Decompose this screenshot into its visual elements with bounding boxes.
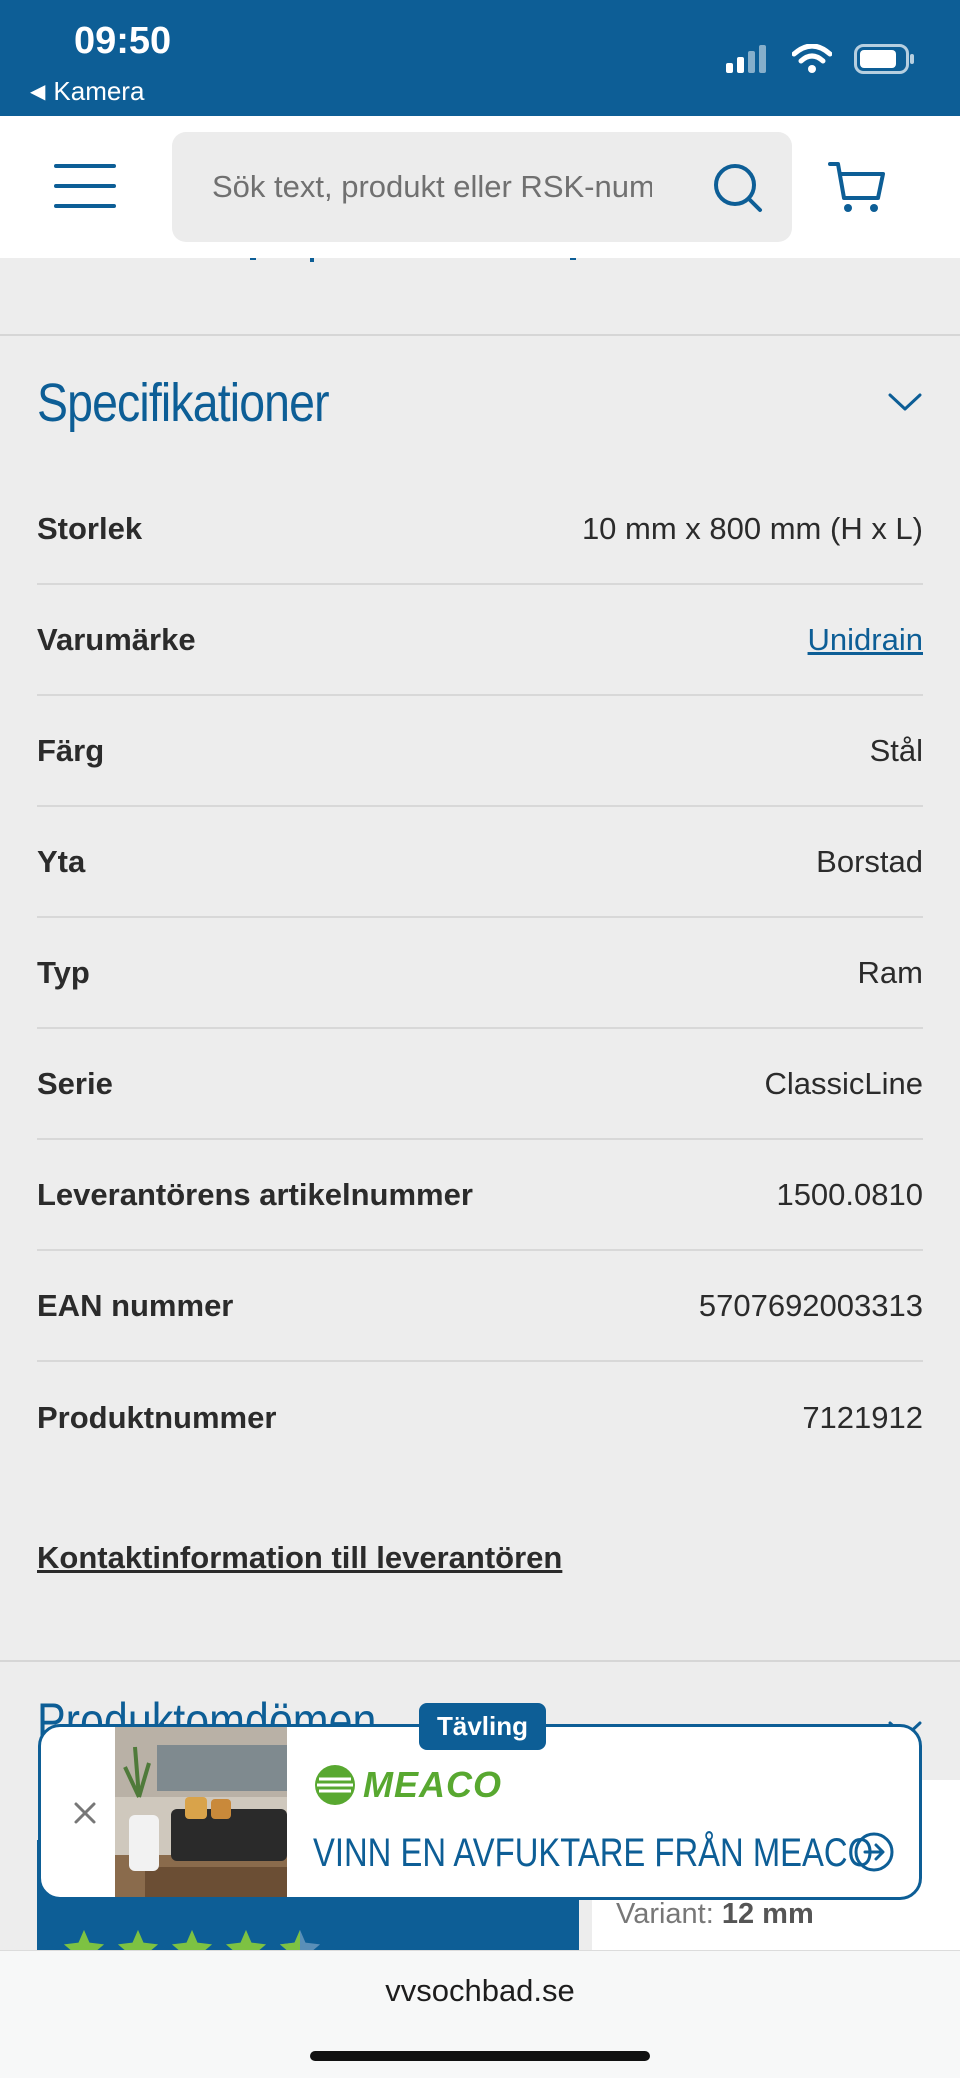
back-triangle-icon: ◀ [30,81,46,103]
spec-row-typ: Typ Ram [37,918,923,1029]
spec-label: Serie [37,1065,113,1101]
promo-headline[interactable]: VINN EN AVFUKTARE FRÅN MEACO [313,1831,873,1876]
clock: 09:50 [74,20,172,62]
contest-badge: Tävling [419,1703,547,1750]
search-box [172,132,792,242]
battery-icon [854,44,914,74]
menu-icon[interactable] [54,164,116,208]
home-indicator[interactable] [310,2051,650,2061]
spec-label: EAN nummer [37,1287,234,1323]
promo-banner[interactable]: Tävling MEACO VINN EN AVFUKTARE FRÅN MEA… [38,1703,922,1900]
spec-label: Färg [37,732,105,768]
spec-value: Borstad [816,843,923,879]
spec-label: Varumärke [37,621,196,657]
spec-table: Storlek 10 mm x 800 mm (H x L) Varumärke… [37,474,923,1473]
search-input[interactable] [212,160,652,214]
clipped-text-fragment [250,258,576,262]
spec-label: Yta [37,843,86,879]
spec-row-ean: EAN nummer 5707692003313 [37,1251,923,1362]
spec-row-article-number: Leverantörens artikelnummer 1500.0810 [37,1140,923,1251]
browser-bottom-bar: vvsochbad.se [0,1950,960,2078]
close-icon[interactable] [65,1793,105,1833]
promo-product-photo [115,1727,287,1897]
signal-icon [726,45,766,73]
chevron-down-icon[interactable] [888,392,922,412]
address-bar[interactable]: vvsochbad.se [0,1973,960,2009]
variant-label: Variant: [616,1898,714,1930]
spec-value: Ram [857,954,923,990]
spec-row-storlek: Storlek 10 mm x 800 mm (H x L) [37,474,923,585]
brand-link[interactable]: Unidrain [808,622,923,658]
spec-row-yta: Yta Borstad [37,807,923,918]
status-icons [726,44,916,74]
spec-label: Typ [37,954,90,990]
spec-label: Leverantörens artikelnummer [37,1176,473,1212]
spec-row-varumarke: Varumärke Unidrain [37,585,923,696]
wifi-icon [792,44,832,73]
spec-value: 5707692003313 [698,1287,923,1323]
spec-label: Storlek [37,510,143,546]
spec-value: ClassicLine [764,1065,923,1101]
promo-brand: MEACO [363,1764,502,1805]
spec-row-farg: Färg Stål [37,696,923,807]
arrow-right-circle-icon[interactable] [853,1831,895,1873]
spec-row-serie: Serie ClassicLine [37,1029,923,1140]
specs-heading[interactable]: Specifikationer [37,372,330,434]
spec-value: Stål [869,732,923,768]
status-bar: 09:50 ◀ Kamera [0,0,960,116]
review-variant: Variant: 12 mm [616,1898,814,1931]
variant-value: 12 mm [721,1898,814,1930]
spec-label: Produktnummer [37,1399,277,1435]
back-to-app-link[interactable]: ◀ Kamera [30,76,144,107]
spec-value: 1500.0810 [776,1176,923,1212]
supplier-contact-link[interactable]: Kontaktinformation till leverantören [37,1540,562,1576]
meaco-logo-icon [315,1765,355,1805]
site-header [0,116,960,258]
search-icon[interactable] [712,162,764,214]
section-divider [0,1660,960,1662]
spec-value: 10 mm x 800 mm (H x L) [581,510,923,546]
spec-row-product-number: Produktnummer 7121912 [37,1362,923,1473]
section-divider [0,258,960,336]
back-label: Kamera [53,76,145,106]
cart-icon[interactable] [828,160,886,216]
spec-value: 7121912 [802,1399,923,1435]
meaco-logo: MEACO [313,1763,502,1807]
